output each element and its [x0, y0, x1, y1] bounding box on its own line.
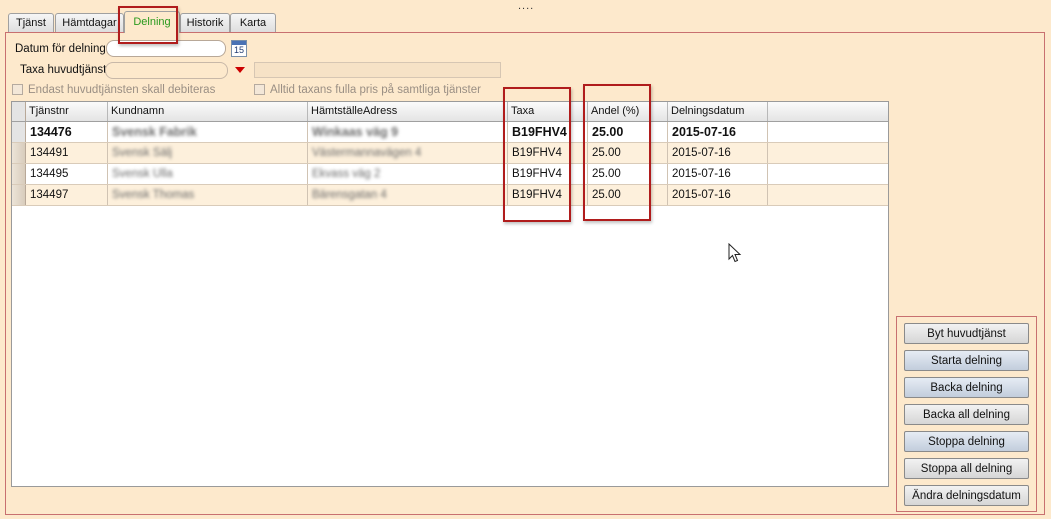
- cell-adress: Winkaas väg 9: [312, 125, 399, 139]
- backa-all-delning-button[interactable]: Backa all delning: [904, 404, 1029, 425]
- taxa-label: Taxa huvudtjänst: [20, 64, 107, 76]
- row-header[interactable]: [12, 185, 26, 205]
- backa-delning-button[interactable]: Backa delning: [904, 377, 1029, 398]
- stoppa-delning-button[interactable]: Stoppa delning: [904, 431, 1029, 452]
- table-header: Tjänstnr Kundnamn HämtställeAdress Taxa …: [12, 102, 888, 122]
- endast-checkbox[interactable]: [12, 84, 23, 95]
- cell-taxa: B19FHV4: [508, 143, 588, 163]
- delning-table: Tjänstnr Kundnamn HämtställeAdress Taxa …: [11, 101, 889, 487]
- cell-delningsdatum: 2015-07-16: [668, 122, 768, 142]
- cell-kundnamn: Svensk Thomas: [112, 189, 195, 201]
- column-header-tjanstnr[interactable]: Tjänstnr: [26, 102, 108, 121]
- table-row[interactable]: 134476 Svensk Fabrik Winkaas väg 9 B19FH…: [12, 122, 888, 143]
- cell-andel: 25.00: [588, 143, 668, 163]
- cell-taxa: B19FHV4: [508, 164, 588, 184]
- cell-adress: Ekvass väg 2: [312, 168, 381, 180]
- datum-input[interactable]: [106, 40, 226, 57]
- column-header-delningsdatum[interactable]: Delningsdatum: [668, 102, 768, 121]
- cell-adress: Västermannavägen 4: [312, 147, 422, 159]
- cell-andel: 25.00: [588, 122, 668, 142]
- tab-hamtdagar[interactable]: Hämtdagar: [55, 13, 124, 32]
- action-button-panel: Byt huvudtjänst Starta delning Backa del…: [896, 316, 1037, 512]
- cell-kundnamn: Svensk Fabrik: [112, 125, 197, 139]
- dropdown-arrow-icon[interactable]: [235, 67, 245, 73]
- calendar-icon[interactable]: 15: [231, 40, 247, 57]
- cell-andel: 25.00: [588, 185, 668, 205]
- row-header[interactable]: [12, 122, 26, 142]
- resize-grip[interactable]: ....: [518, 0, 534, 12]
- cell-kundnamn: Svensk Sälj: [112, 147, 173, 159]
- column-header-adress[interactable]: HämtställeAdress: [308, 102, 508, 121]
- tab-delning[interactable]: Delning: [124, 11, 180, 33]
- row-header-corner[interactable]: [12, 102, 26, 121]
- cell-adress: Bärensgatan 4: [312, 189, 387, 201]
- cell-delningsdatum: 2015-07-16: [668, 143, 768, 163]
- tab-tjanst[interactable]: Tjänst: [8, 13, 54, 32]
- endast-checkbox-label: Endast huvudtjänsten skall debiteras: [28, 84, 216, 96]
- datum-label: Datum för delning: [15, 43, 106, 55]
- cell-kundnamn: Svensk Ulla: [112, 168, 173, 180]
- cell-tjanstnr: 134497: [26, 185, 108, 205]
- tab-historik[interactable]: Historik: [180, 13, 230, 32]
- cell-andel: 25.00: [588, 164, 668, 184]
- stoppa-all-delning-button[interactable]: Stoppa all delning: [904, 458, 1029, 479]
- column-header-kundnamn[interactable]: Kundnamn: [108, 102, 308, 121]
- calendar-day: 15: [233, 45, 244, 55]
- column-header-taxa[interactable]: Taxa: [508, 102, 588, 121]
- cell-tjanstnr: 134491: [26, 143, 108, 163]
- cell-taxa: B19FHV4: [508, 122, 588, 142]
- cell-tjanstnr: 134476: [26, 122, 108, 142]
- table-row[interactable]: 134495 Svensk Ulla Ekvass väg 2 B19FHV4 …: [12, 164, 888, 185]
- tab-karta[interactable]: Karta: [230, 13, 276, 32]
- alltid-checkbox[interactable]: [254, 84, 265, 95]
- alltid-checkbox-label: Alltid taxans fulla pris på samtliga tjä…: [270, 84, 481, 96]
- byt-huvudtjanst-button[interactable]: Byt huvudtjänst: [904, 323, 1029, 344]
- table-row[interactable]: 134497 Svensk Thomas Bärensgatan 4 B19FH…: [12, 185, 888, 206]
- starta-delning-button[interactable]: Starta delning: [904, 350, 1029, 371]
- mouse-cursor-icon: [728, 243, 742, 263]
- taxa-description-field: [254, 62, 501, 78]
- taxa-combobox[interactable]: [105, 62, 228, 79]
- cell-tjanstnr: 134495: [26, 164, 108, 184]
- cell-taxa: B19FHV4: [508, 185, 588, 205]
- row-header[interactable]: [12, 164, 26, 184]
- column-header-andel[interactable]: Andel (%): [588, 102, 668, 121]
- andra-delningsdatum-button[interactable]: Ändra delningsdatum: [904, 485, 1029, 506]
- row-header[interactable]: [12, 143, 26, 163]
- cell-delningsdatum: 2015-07-16: [668, 164, 768, 184]
- cell-delningsdatum: 2015-07-16: [668, 185, 768, 205]
- table-row[interactable]: 134491 Svensk Sälj Västermannavägen 4 B1…: [12, 143, 888, 164]
